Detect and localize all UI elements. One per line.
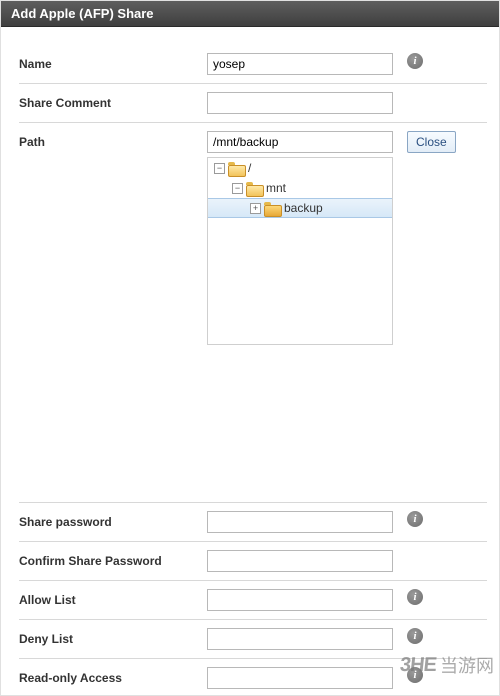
info-icon[interactable]: i [407,589,423,605]
info-icon[interactable]: i [407,628,423,644]
label-readonly-access: Read-only Access [19,667,207,685]
tree-item[interactable]: − mnt [208,178,392,198]
label-name: Name [19,53,207,71]
label-allow-list: Allow List [19,589,207,607]
row-confirm-share-password: Confirm Share Password [19,542,487,581]
afp-share-dialog: Add Apple (AFP) Share Name i Share Comme… [0,0,500,696]
row-deny-list: Deny List i [19,620,487,659]
path-tree[interactable]: − / − mnt + [207,157,393,345]
row-share-password: Share password i [19,503,487,542]
name-input[interactable] [207,53,393,75]
folder-icon [264,202,280,215]
readonly-access-input[interactable] [207,667,393,689]
confirm-share-password-input[interactable] [207,550,393,572]
row-allow-list: Allow List i [19,581,487,620]
label-deny-list: Deny List [19,628,207,646]
tree-toggle-icon[interactable]: + [250,203,261,214]
folder-open-icon [246,182,262,195]
allow-list-input[interactable] [207,589,393,611]
tree-label: mnt [266,181,286,195]
spacer [19,353,487,503]
row-path: Path − / − mnt [19,123,487,353]
tree-label: backup [284,201,323,215]
share-comment-input[interactable] [207,92,393,114]
tree-toggle-icon[interactable]: − [232,183,243,194]
dialog-title: Add Apple (AFP) Share [1,1,499,27]
tree-toggle-icon[interactable]: − [214,163,225,174]
info-icon[interactable]: i [407,511,423,527]
row-share-comment: Share Comment [19,84,487,123]
row-name: Name i [19,45,487,84]
path-input[interactable] [207,131,393,153]
dialog-content: Name i Share Comment Path [1,27,499,696]
close-button[interactable]: Close [407,131,456,153]
folder-open-icon [228,162,244,175]
share-password-input[interactable] [207,511,393,533]
info-icon[interactable]: i [407,667,423,683]
label-path: Path [19,131,207,149]
label-confirm-share-password: Confirm Share Password [19,550,207,568]
tree-item-selected[interactable]: + backup [208,198,392,218]
row-readonly-access: Read-only Access i [19,659,487,696]
label-share-password: Share password [19,511,207,529]
info-icon[interactable]: i [407,53,423,69]
tree-label: / [248,161,251,175]
tree-item[interactable]: − / [208,158,392,178]
deny-list-input[interactable] [207,628,393,650]
label-share-comment: Share Comment [19,92,207,110]
